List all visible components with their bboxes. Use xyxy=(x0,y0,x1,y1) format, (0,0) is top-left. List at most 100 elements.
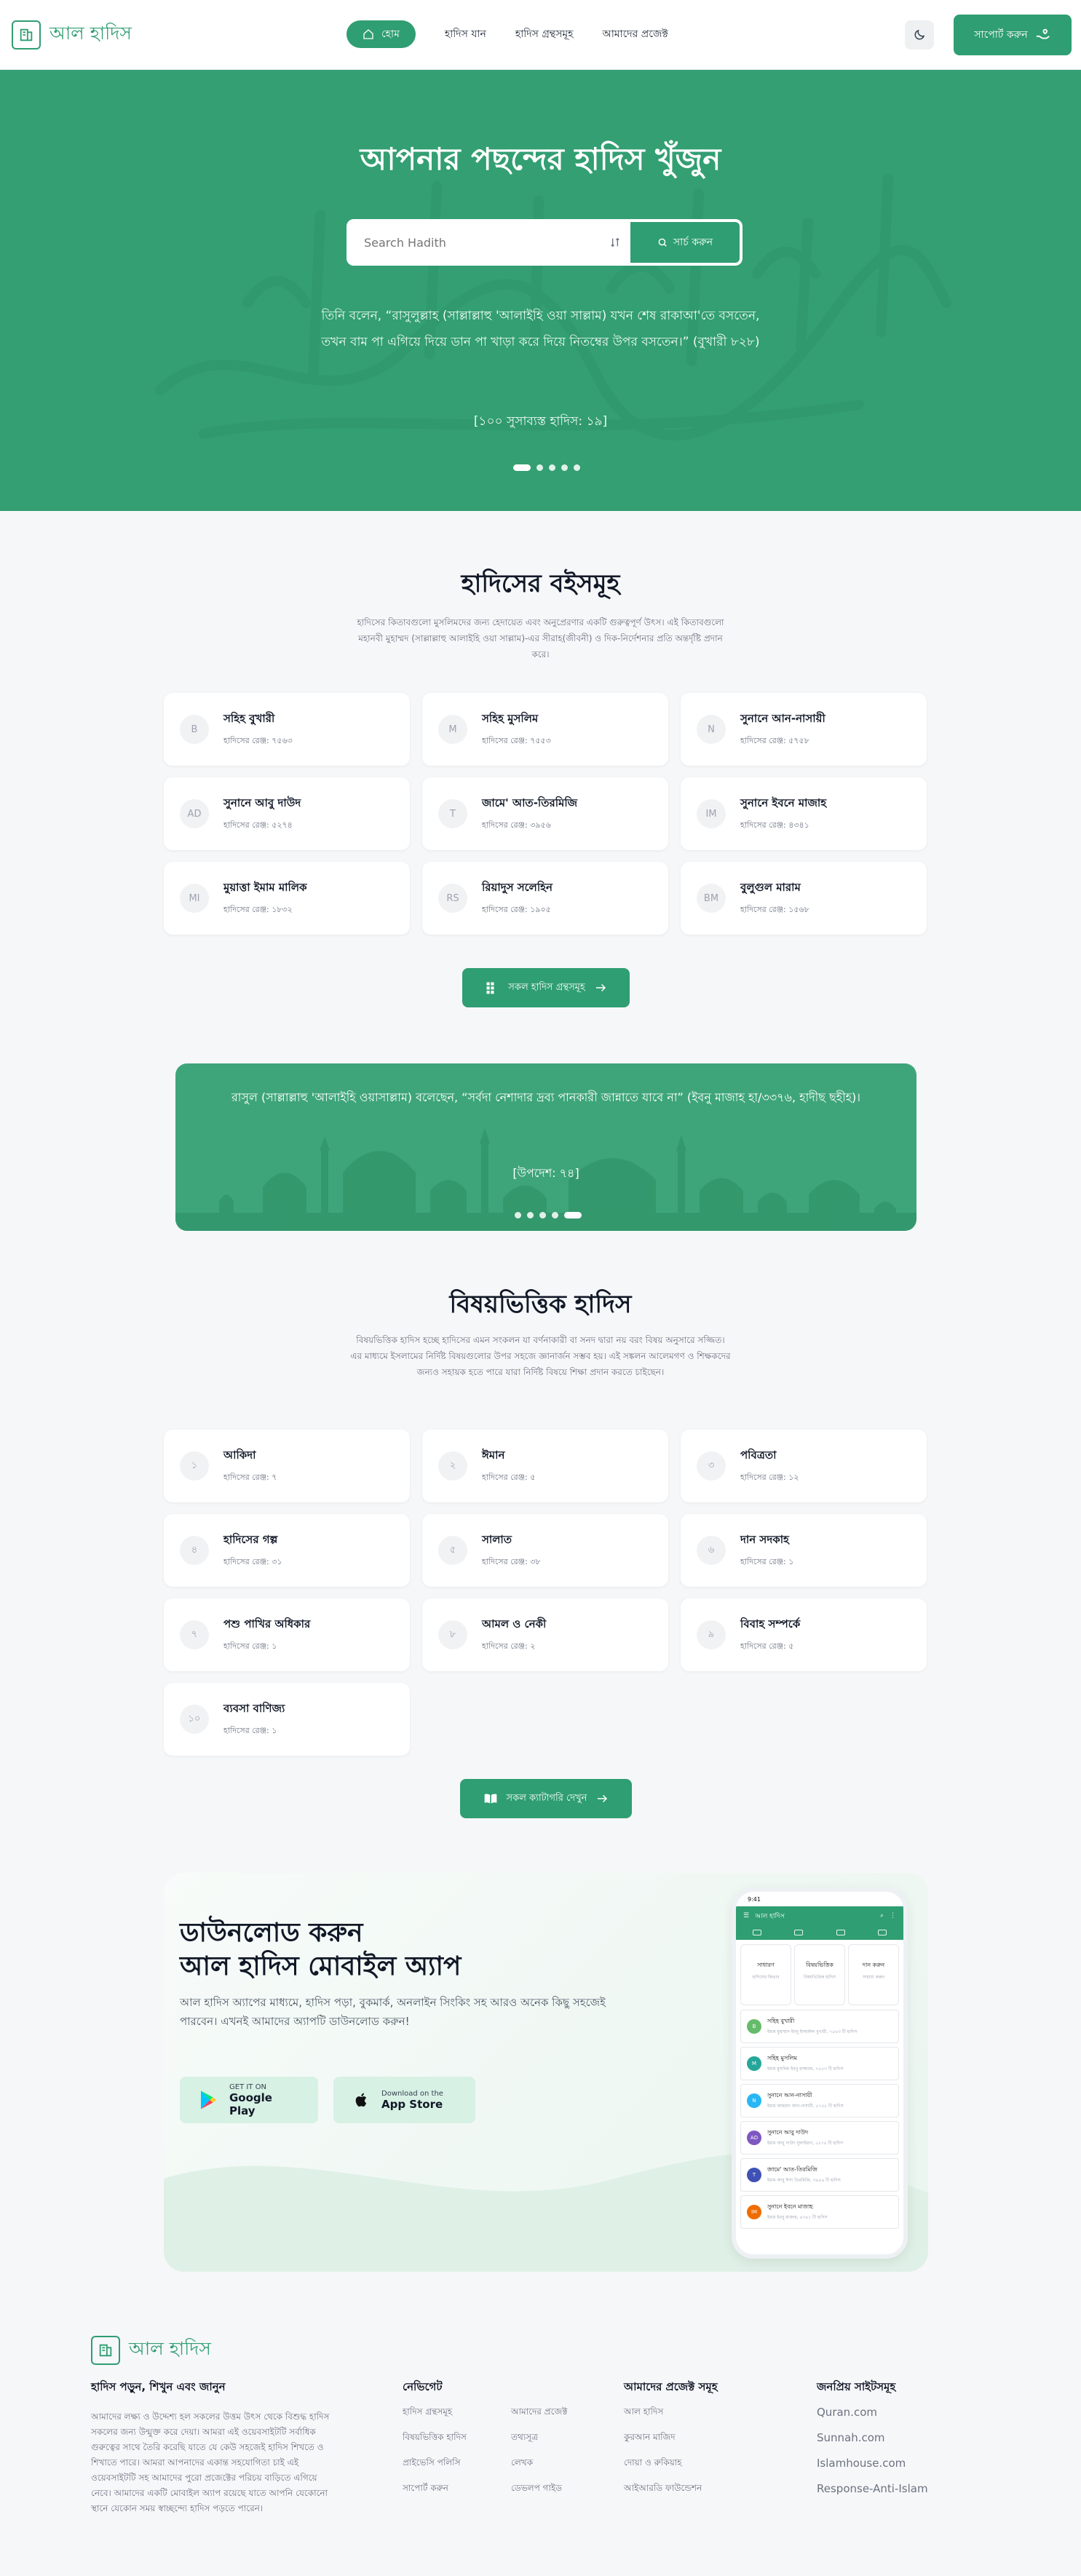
main-nav: হোম হাদিস যান হাদিস গ্রন্থসমূহ আমাদের প্… xyxy=(347,20,668,48)
banner-quote: রাসুল (সাল্লাল্লাহু 'আলাইহি ওয়াসাল্লাম)… xyxy=(231,1090,861,1104)
topic-badge: ৪ xyxy=(180,1536,209,1565)
book-card[interactable]: M সহিহ মুসলিম হাদিসের রেঞ্জ: ৭৫৫৩ xyxy=(422,693,668,766)
book-badge: MI xyxy=(180,884,209,913)
topic-badge: ৯ xyxy=(697,1620,726,1649)
footer-link[interactable]: আইআরডি ফাউন্ডেশন xyxy=(624,2482,702,2497)
topic-card[interactable]: ৩ পবিত্রতা হাদিসের রেঞ্জ: ১২ xyxy=(681,1430,927,1502)
book-card[interactable]: IM সুনানে ইবনে মাজাহ হাদিসের রেঞ্জ: ৪৩৪১ xyxy=(681,777,927,850)
topic-count: হাদিসের রেঞ্জ: ৭ xyxy=(223,1473,277,1482)
topic-card[interactable]: ১০ ব্যবসা বাণিজ্য হাদিসের রেঞ্জ: ১ xyxy=(164,1683,410,1756)
search-icon: ⌕ xyxy=(879,1912,884,1919)
phone-book-info: সুনানে আন-নাসায়ী ইমাম আহমাদ আন-নাসায়ী, … xyxy=(767,2091,844,2110)
app-description: আল হাদিস অ্যাপের মাধ্যমে, হাদিস পড়া, বু… xyxy=(180,1996,606,2028)
search-button[interactable]: সার্চ করুন xyxy=(630,222,740,263)
app-store-big: App Store xyxy=(381,2097,443,2111)
footer-logo[interactable]: আল হাদিস xyxy=(91,2334,211,2366)
topic-info: আমল ও নেকী হাদিসের রেঞ্জ: ২ xyxy=(482,1616,546,1654)
book-card[interactable]: N সুনানে আন-নাসায়ী হাদিসের রেঞ্জ: ৫৭৫৮ xyxy=(681,693,927,766)
all-categories-button[interactable]: সকল ক্যাটাগরি দেখুন xyxy=(460,1779,632,1818)
topic-card[interactable]: ৬ দান সদকাহ হাদিসের রেঞ্জ: ১ xyxy=(681,1514,927,1587)
carousel-dot[interactable] xyxy=(549,464,555,471)
book-badge: AD xyxy=(180,799,209,828)
topic-card[interactable]: ৮ আমল ও নেকী হাদিসের রেঞ্জ: ২ xyxy=(422,1598,668,1671)
phone-book-sub: ইমাম আহমাদ আন-নাসায়ী, ৫৭৫৮ টি হাদিস xyxy=(767,2104,844,2109)
footer-link[interactable]: প্রাইভেসি পলিসি xyxy=(403,2457,461,2471)
sort-icon[interactable] xyxy=(604,237,626,248)
phone-book-item[interactable]: T জামে' আত-তিরমিজি ইমাম আবু ঈসা তিরমিজি, ৩… xyxy=(740,2158,899,2192)
all-books-button[interactable]: সকল হাদিস গ্রন্থসমূহ xyxy=(462,968,630,1007)
book-card[interactable]: RS রিয়াদুস সলেহিন হাদিসের রেঞ্জ: ১৯০৫ xyxy=(422,862,668,935)
phone-category-card[interactable]: বিষয়ভিত্তিক বিষয়ভিত্তিক হাদিস xyxy=(794,1944,845,2005)
phone-book-item[interactable]: B সহিহ বুখারী ইমাম মুহাম্মাদ ইবনু ইসমাঈল ব… xyxy=(740,2010,899,2043)
phone-book-item[interactable]: M সহিহ মুসলিম ইমাম মুসলিম ইবনু হাজ্জাজ, ৭৫… xyxy=(740,2047,899,2080)
theme-toggle-button[interactable] xyxy=(905,20,934,49)
search-input[interactable] xyxy=(349,222,604,263)
footer-link[interactable]: আমাদের প্রজেক্ট xyxy=(511,2406,567,2420)
carousel-dot[interactable] xyxy=(564,1212,582,1218)
footer-link[interactable]: ডেভলপ গাইড xyxy=(511,2482,562,2497)
book-name: সুনানে আবু দাউদ xyxy=(223,796,301,809)
book-card[interactable]: B সহিহ বুখারী হাদিসের রেঞ্জ: ৭৫৬৩ xyxy=(164,693,410,766)
phone-book-sub: ইমাম মুহাম্মাদ ইবনু ইসমাঈল বুখারী, ৭৫৬৩ … xyxy=(767,2029,858,2034)
book-count: হাদিসের রেঞ্জ: ৫২৭৪ xyxy=(223,820,293,830)
topic-card[interactable]: ৫ সালাত হাদিসের রেঞ্জ: ৩৮ xyxy=(422,1514,668,1587)
footer-link[interactable]: কুরআন মাজিদ xyxy=(624,2431,676,2446)
footer-link[interactable]: Quran.com xyxy=(817,2406,877,2419)
support-button[interactable]: সাপোর্ট করুন xyxy=(954,15,1072,55)
menu-icon: ☰ xyxy=(743,1912,750,1919)
footer-link[interactable]: দোয়া ও রুকিয়াহ xyxy=(624,2457,682,2471)
footer-link[interactable]: সাপোর্ট করুন xyxy=(403,2482,448,2497)
nav-home[interactable]: হোম xyxy=(347,20,416,48)
google-play-button[interactable]: GET IT ON Google Play xyxy=(180,2077,318,2123)
quote-banner: রাসুল (সাল্লাল্লাহু 'আলাইহি ওয়াসাল্লাম)… xyxy=(175,1063,916,1231)
footer-link[interactable]: লেখক xyxy=(511,2457,533,2471)
phone-book-list: B সহিহ বুখারী ইমাম মুহাম্মাদ ইবনু ইসমাঈল ব… xyxy=(736,2010,903,2229)
nav-projects[interactable]: আমাদের প্রজেক্ট xyxy=(602,25,668,43)
topic-count: হাদিসের রেঞ্জ: ২ xyxy=(482,1641,536,1651)
carousel-dot[interactable] xyxy=(536,464,543,471)
topic-card[interactable]: ৯ বিবাহ সম্পর্কে হাদিসের রেঞ্জ: ৫ xyxy=(681,1598,927,1671)
book-info: মুয়াত্তা ইমাম মালিক হাদিসের রেঞ্জ: ১৮৩২ xyxy=(223,879,307,917)
phone-category-card[interactable]: দান করুন সাহায্য করুন xyxy=(848,1944,899,2005)
book-card[interactable]: MI মুয়াত্তা ইমাম মালিক হাদিসের রেঞ্জ: ১৮৩… xyxy=(164,862,410,935)
topic-card[interactable]: ১ আকিদা হাদিসের রেঞ্জ: ৭ xyxy=(164,1430,410,1502)
book-card[interactable]: BM বুলুগুল মারাম হাদিসের রেঞ্জ: ১৫৬৮ xyxy=(681,862,927,935)
topic-badge: ৮ xyxy=(438,1620,467,1649)
topic-card[interactable]: ২ ঈমান হাদিসের রেঞ্জ: ৫ xyxy=(422,1430,668,1502)
footer-link[interactable]: হাদিস গ্রন্থসমূহ xyxy=(403,2406,452,2420)
footer-about-text: আমাদের লক্ষ্য ও উদ্দেশ্য হল সকলের উত্তম … xyxy=(91,2411,330,2513)
phone-book-item[interactable]: IM সুনানে ইবনে মাজাহ ইমাম ইবনু মাজাহ, ৪৩৪১… xyxy=(740,2195,899,2229)
nav-books[interactable]: হাদিস গ্রন্থসমূহ xyxy=(515,25,574,43)
topic-badge: ৫ xyxy=(438,1536,467,1565)
carousel-dot[interactable] xyxy=(539,1212,546,1218)
google-play-icon xyxy=(197,2089,219,2111)
footer-link[interactable]: তথ্যসূত্র xyxy=(511,2431,538,2446)
phone-category-title: বিষয়ভিত্তিক xyxy=(806,1962,833,1968)
book-badge: RS xyxy=(438,884,467,913)
book-info: সহিহ মুসলিম হাদিসের রেঞ্জ: ৭৫৫৩ xyxy=(482,710,551,748)
topic-card[interactable]: ৭ পশু পাখির অধিকার হাদিসের রেঞ্জ: ১ xyxy=(164,1598,410,1671)
logo[interactable]: আল হাদিস xyxy=(12,19,132,50)
book-info: সুনানে ইবনে মাজাহ হাদিসের রেঞ্জ: ৪৩৪১ xyxy=(740,795,826,833)
carousel-dot[interactable] xyxy=(515,1212,521,1218)
carousel-dot[interactable] xyxy=(513,464,531,471)
phone-book-item[interactable]: N সুনানে আন-নাসায়ী ইমাম আহমাদ আন-নাসায়ী,… xyxy=(740,2084,899,2117)
topic-info: সালাত হাদিসের রেঞ্জ: ৩৮ xyxy=(482,1531,541,1569)
app-store-button[interactable]: Download on the App Store xyxy=(333,2077,475,2123)
footer-link[interactable]: Islamhouse.com xyxy=(817,2457,906,2470)
carousel-dot[interactable] xyxy=(561,464,568,471)
book-card[interactable]: T জামে' আত-তিরমিজি হাদিসের রেঞ্জ: ৩৯৫৬ xyxy=(422,777,668,850)
carousel-dot[interactable] xyxy=(574,464,580,471)
footer-link[interactable]: আল হাদিস xyxy=(624,2406,663,2420)
phone-book-item[interactable]: AD সুনানে আবু দাউদ ইমাম আবু দাউদ সুলাইমান,… xyxy=(740,2121,899,2155)
footer-link[interactable]: Sunnah.com xyxy=(817,2431,885,2444)
book-name: বুলুগুল মারাম xyxy=(740,881,801,894)
carousel-dot[interactable] xyxy=(527,1212,534,1218)
footer-link[interactable]: বিষয়ভিত্তিক হাদিস xyxy=(403,2431,467,2446)
footer-link[interactable]: Response-Anti-Islam xyxy=(817,2482,928,2495)
book-card[interactable]: AD সুনানে আবু দাউদ হাদিসের রেঞ্জ: ৫২৭৪ xyxy=(164,777,410,850)
nav-hadith[interactable]: হাদিস যান xyxy=(445,25,486,43)
phone-category-card[interactable]: সাধারণ হাদিসের কিতাব xyxy=(740,1944,791,2005)
topic-card[interactable]: ৪ হাদিসের গল্প হাদিসের রেঞ্জ: ৩১ xyxy=(164,1514,410,1587)
carousel-dot[interactable] xyxy=(552,1212,558,1218)
